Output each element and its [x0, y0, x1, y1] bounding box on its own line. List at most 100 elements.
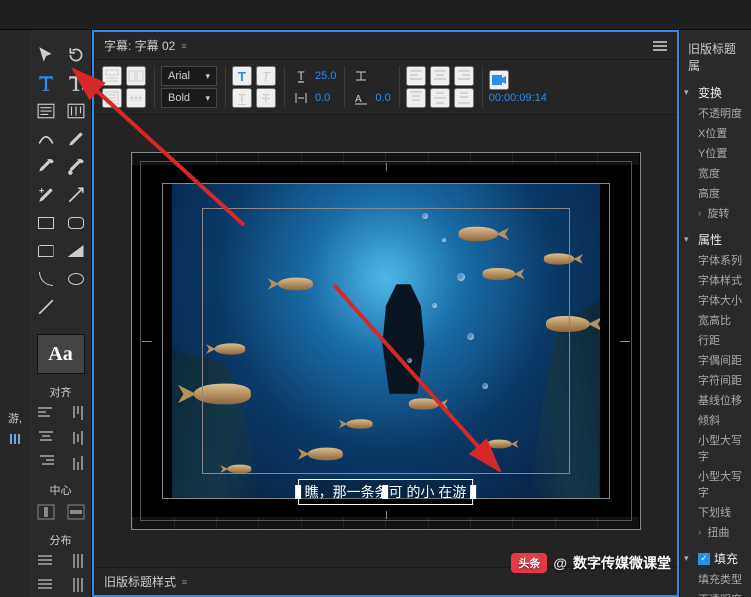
area-type-tool[interactable] — [34, 100, 58, 122]
templates-icon[interactable] — [126, 66, 146, 86]
property-item[interactable]: 宽度 — [684, 163, 747, 183]
bold-icon[interactable]: T — [232, 66, 252, 86]
justify-bottom-icon[interactable] — [454, 88, 474, 108]
tool-column: Aa 对齐 中心 分布 — [30, 30, 92, 597]
font-family-dropdown[interactable]: Arial — [161, 66, 217, 86]
property-item[interactable]: 字符间距 — [684, 370, 747, 390]
align-right[interactable] — [34, 452, 58, 472]
property-item[interactable]: 基线位移 — [684, 390, 747, 410]
strikethrough-icon[interactable]: T — [256, 88, 276, 108]
line-tool[interactable] — [34, 296, 58, 318]
center-horizontal[interactable] — [34, 502, 58, 522]
path-type-tool[interactable] — [34, 128, 58, 150]
vertical-type-tool[interactable] — [64, 72, 88, 94]
property-item[interactable]: 倾斜 — [684, 410, 747, 430]
color-picker-tool[interactable] — [64, 156, 88, 178]
app-titlebar — [0, 0, 751, 30]
center-mark-bottom — [386, 511, 387, 519]
justify-center-icon[interactable] — [430, 88, 450, 108]
title-properties-icon[interactable] — [102, 66, 122, 86]
add-anchor-tool[interactable] — [34, 184, 58, 206]
panel-menu-icon[interactable] — [653, 41, 667, 51]
arc-tool[interactable] — [34, 268, 58, 290]
italic-icon[interactable]: T — [256, 66, 276, 86]
underline-icon[interactable]: T — [232, 88, 252, 108]
rounded-rect-tool[interactable] — [64, 212, 88, 234]
property-group-head[interactable]: 属性 — [684, 229, 747, 250]
watermark: 头条 @ 数字传媒微课堂 — [511, 553, 671, 573]
rotate-tool[interactable] — [64, 44, 88, 66]
pen-tool[interactable] — [64, 128, 88, 150]
property-item[interactable]: 不透明度 — [684, 103, 747, 123]
caption-text-box[interactable]: 瞧，那一条条可 的小 在游 — [298, 479, 474, 505]
property-item[interactable]: 扭曲 — [684, 522, 747, 542]
property-item[interactable]: 旋转 — [684, 203, 747, 223]
property-group-checkbox[interactable]: ✓ — [698, 553, 710, 565]
side-mark-left — [142, 341, 152, 342]
canvas-area[interactable]: 瞧，那一条条可 的小 在游 — [94, 115, 677, 567]
watermark-at: @ — [553, 555, 567, 571]
property-item[interactable]: 行距 — [684, 330, 747, 350]
resize-handle[interactable] — [383, 485, 389, 499]
resize-handle[interactable] — [295, 485, 301, 499]
property-item[interactable]: 小型大写字 — [684, 430, 747, 466]
distribute-h-center[interactable] — [34, 576, 58, 596]
property-item[interactable]: 下划线 — [684, 502, 747, 522]
roll-crawl-icon[interactable] — [102, 88, 122, 108]
kerning-value[interactable]: 0.0 — [315, 92, 330, 104]
property-item[interactable]: 宽高比 — [684, 310, 747, 330]
justify-top-icon[interactable] — [406, 88, 426, 108]
property-item[interactable]: 字偶间距 — [684, 350, 747, 370]
rectangle-tool[interactable] — [34, 212, 58, 234]
font-weight-dropdown[interactable]: Bold — [161, 88, 217, 108]
app-shell: 游, — [0, 0, 751, 597]
type-tool[interactable] — [34, 72, 58, 94]
clipped-rect-tool[interactable] — [34, 240, 58, 262]
property-item[interactable]: Y位置 — [684, 143, 747, 163]
resize-handle[interactable] — [470, 485, 476, 499]
tab-stops-icon[interactable] — [126, 88, 146, 108]
property-group-head[interactable]: 变换 — [684, 82, 747, 103]
align-section-label: 对齐 — [50, 384, 72, 400]
property-item[interactable]: 不透明度 — [684, 589, 747, 597]
font-size-value[interactable]: 25.0 — [315, 70, 336, 82]
center-section-label: 中心 — [50, 482, 72, 498]
property-item[interactable]: 字体系列 — [684, 250, 747, 270]
selection-tool[interactable] — [34, 44, 58, 66]
title-editor-panel: 字幕: 字幕 02 ≡ Arial — [92, 30, 679, 597]
property-item[interactable]: 小型大写字 — [684, 466, 747, 502]
edge-label: 游, — [8, 410, 22, 426]
wedge-tool[interactable] — [64, 240, 88, 262]
leading-icon — [351, 66, 371, 86]
watermark-name: 数字传媒微课堂 — [573, 553, 671, 573]
align-text-left-icon[interactable] — [406, 66, 426, 86]
center-vertical[interactable] — [64, 502, 88, 522]
eyedropper-tool[interactable] — [34, 156, 58, 178]
align-text-right-icon[interactable] — [454, 66, 474, 86]
property-item[interactable]: 字体样式 — [684, 270, 747, 290]
property-group-head[interactable]: ✓填充 — [684, 548, 747, 569]
property-item[interactable]: 高度 — [684, 183, 747, 203]
distribute-h-left[interactable] — [34, 552, 58, 572]
show-video-icon[interactable] — [489, 70, 509, 90]
timecode-value[interactable]: 00:00:09:14 — [489, 92, 547, 104]
align-hcenter[interactable] — [34, 428, 58, 448]
main-area: 游, — [0, 30, 751, 597]
align-vcenter[interactable] — [64, 428, 88, 448]
align-left[interactable] — [34, 404, 58, 424]
kerning-icon — [291, 88, 311, 108]
distribute-v-center[interactable] — [64, 576, 88, 596]
property-item[interactable]: 字体大小 — [684, 290, 747, 310]
align-top[interactable] — [64, 404, 88, 424]
align-bottom[interactable] — [64, 452, 88, 472]
property-item[interactable]: X位置 — [684, 123, 747, 143]
vertical-area-type-tool[interactable] — [64, 100, 88, 122]
svg-text:A: A — [355, 94, 362, 105]
convert-anchor-tool[interactable] — [64, 184, 88, 206]
ellipse-tool[interactable] — [64, 268, 88, 290]
tracking-value[interactable]: 0.0 — [375, 92, 390, 104]
align-text-center-icon[interactable] — [430, 66, 450, 86]
font-preview-swatch[interactable]: Aa — [37, 334, 85, 374]
property-item[interactable]: 填充类型 — [684, 569, 747, 589]
distribute-v-top[interactable] — [64, 552, 88, 572]
